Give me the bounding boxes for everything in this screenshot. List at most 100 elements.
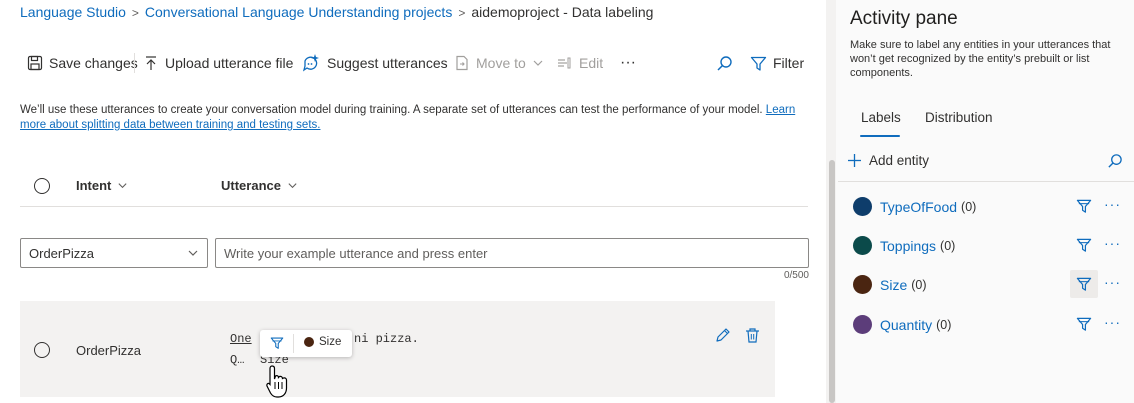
suggest-utterances-label: Suggest utterances [327,55,448,71]
entity-color-dot [853,197,872,216]
filter-label: Filter [773,55,805,71]
entity-count: (0) [961,199,977,214]
entity-more-button[interactable]: ··· [1104,196,1121,212]
info-text: We’ll use these utterances to create you… [20,103,810,133]
search-button[interactable] [716,52,733,74]
toolbar-divider [134,53,135,73]
entity-name[interactable]: Quantity [880,317,932,333]
pane-description: Make sure to label any entities in your … [850,39,1111,79]
entity-name[interactable]: TypeOfFood [880,199,957,215]
add-entity-button[interactable]: Add entity [847,153,929,168]
filter-icon [1076,317,1092,331]
chevron-right-icon: > [458,6,466,20]
filter-icon [1076,277,1092,291]
breadcrumb: Language Studio > Conversational Language … [20,4,653,20]
upload-utterance-file-label: Upload utterance file [165,55,294,71]
row-intent: OrderPizza [76,343,142,358]
entity-filter-button[interactable] [1070,231,1098,259]
entity-filter-button-hovered[interactable] [1070,270,1098,298]
entity-name[interactable]: Toppings [880,238,936,254]
info-description: We’ll use these utterances to create you… [20,104,766,116]
move-to-label: Move to [476,55,526,71]
plus-icon [848,154,861,167]
column-header-intent[interactable]: Intent [76,178,128,193]
sparkle-chat-icon [302,54,319,72]
row-select-radio[interactable] [34,342,50,358]
breadcrumb-current: aidemoproject - Data labeling [471,4,654,20]
entity-item-toppings[interactable]: Toppings (0) [853,236,955,255]
search-icon [1108,154,1122,168]
move-to-button[interactable]: Move to [454,52,544,74]
breadcrumb-link-clu-projects[interactable]: Conversational Language Understanding pr… [145,4,452,20]
character-counter: 0/500 [783,270,809,281]
entity-search-button[interactable] [1107,153,1123,172]
tab-labels[interactable]: Labels [861,110,901,125]
edit-text-icon [558,57,571,69]
edit-button[interactable]: Edit [557,52,603,74]
popup-size-label: Size [319,336,342,348]
hand-cursor-icon [265,364,293,403]
column-header-utterance[interactable]: Utterance [221,178,298,193]
chevron-down-icon [533,60,543,66]
popup-size-chip[interactable]: Size [304,336,341,348]
pane-title: Activity pane [850,8,958,29]
filter-icon [1076,199,1092,213]
chevron-down-icon [118,183,127,189]
add-entity-label: Add entity [869,153,930,168]
entity-more-button[interactable]: ··· [1104,314,1121,330]
upload-utterance-file-button[interactable]: Upload utterance file [143,52,293,74]
entity-label-popup: Size [260,330,352,357]
popup-divider [293,334,294,353]
suggest-utterances-button[interactable]: Suggest utterances [301,52,448,74]
save-changes-label: Save changes [49,55,138,71]
labeled-word[interactable]: One [230,332,252,346]
more-icon: ··· [620,54,636,71]
main-scrollbar-thumb[interactable] [829,160,835,403]
intent-dropdown-value: OrderPizza [29,245,95,261]
entity-filter-button[interactable] [1070,310,1098,338]
pencil-icon [716,328,730,342]
entity-count: (0) [940,238,956,253]
utterance-input[interactable] [215,238,809,268]
utterance-header-label: Utterance [221,178,281,193]
entity-count: (0) [936,317,952,332]
entity-item-quantity[interactable]: Quantity (0) [853,315,951,334]
pane-divider [838,181,1134,182]
filter-icon [1076,238,1092,252]
size-color-dot [304,337,314,347]
save-icon [27,55,43,71]
entity-item-size[interactable]: Size (0) [853,275,927,294]
filter-button[interactable]: Filter [750,52,804,74]
header-divider [20,206,808,207]
intent-dropdown[interactable]: OrderPizza [20,238,208,268]
document-move-icon [456,55,468,71]
select-all-radio[interactable] [34,178,50,194]
upload-icon [146,56,156,70]
edit-row-button[interactable] [714,327,731,347]
active-tab-indicator [860,135,900,137]
entity-more-button[interactable]: ··· [1104,235,1121,251]
chevron-down-icon [188,250,198,256]
utterance-text: ni pizza. [354,332,419,346]
entity-color-dot [853,275,872,294]
edit-label: Edit [579,55,604,71]
entity-item-typeoffood[interactable]: TypeOfFood (0) [853,197,976,216]
entity-more-button[interactable]: ··· [1104,274,1121,290]
entity-color-dot [853,236,872,255]
tab-distribution[interactable]: Distribution [925,110,993,125]
search-icon [717,55,732,71]
delete-row-button[interactable] [744,327,761,347]
entity-count: (0) [911,277,927,292]
trash-icon [746,328,759,343]
entity-color-dot [853,315,872,334]
popup-filter-button[interactable] [270,336,284,353]
filter-icon [750,56,767,71]
intent-header-label: Intent [76,178,112,193]
chevron-down-icon [288,183,297,189]
breadcrumb-link-language-studio[interactable]: Language Studio [20,4,126,20]
entity-name[interactable]: Size [880,277,907,293]
save-changes-button[interactable]: Save changes [27,52,138,74]
more-options-button[interactable]: ··· [620,52,636,74]
entity-filter-button[interactable] [1070,192,1098,220]
chevron-right-icon: > [131,6,139,20]
